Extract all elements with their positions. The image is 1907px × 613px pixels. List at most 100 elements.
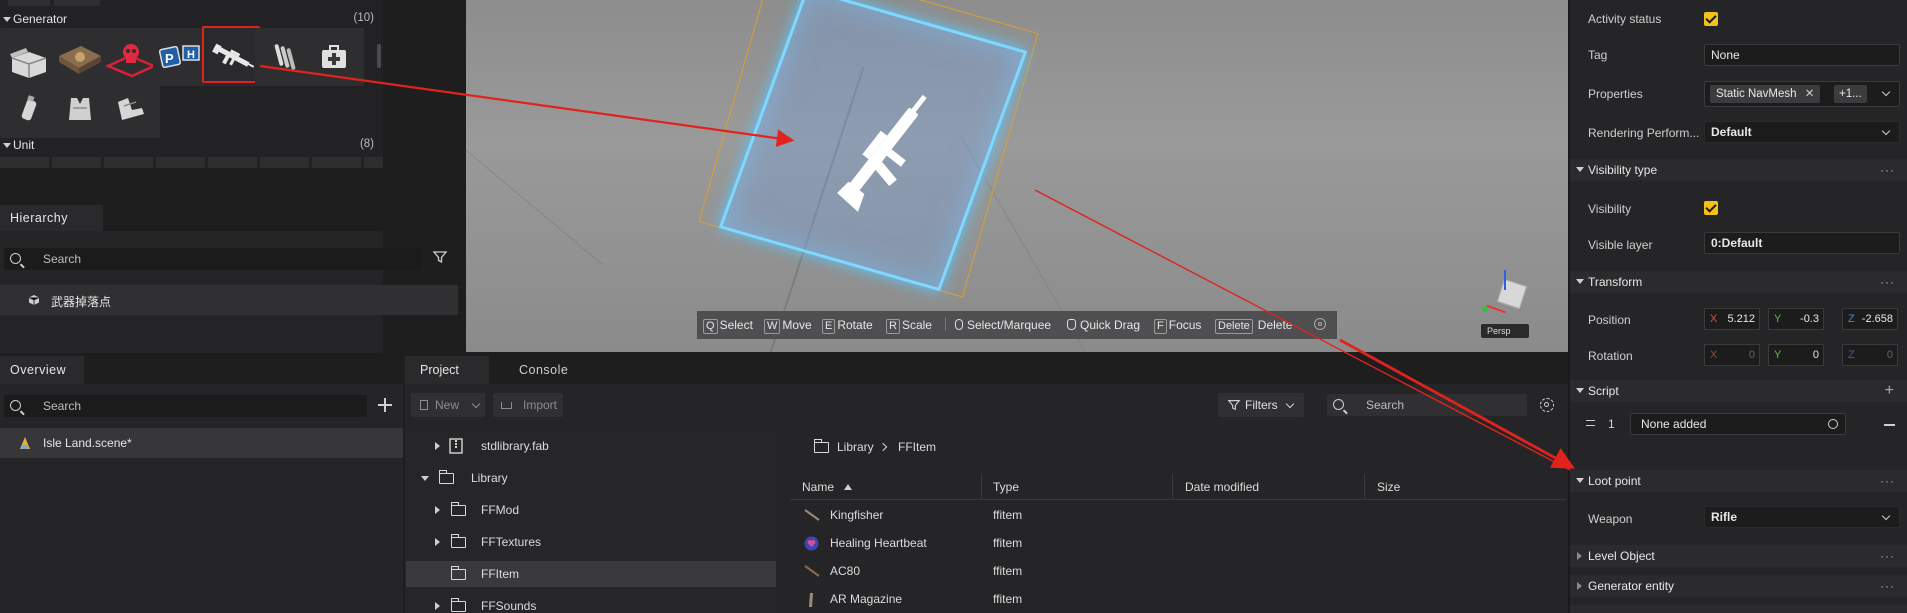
new-button[interactable]: New (411, 393, 485, 417)
tool-delete[interactable]: Delete Delete (1215, 316, 1292, 334)
transform-section[interactable]: Transform ··· (1570, 271, 1907, 293)
project-tab[interactable]: Project (405, 356, 489, 384)
asset-supply-box[interactable] (51, 28, 109, 86)
asset-vest[interactable] (51, 80, 109, 138)
activity-status-checkbox[interactable] (1704, 12, 1718, 26)
remove-script-button[interactable] (1884, 424, 1895, 426)
grenade-icon (21, 95, 37, 121)
toolbar-settings-button[interactable] (1314, 318, 1326, 330)
rendering-select[interactable]: Default (1704, 121, 1900, 143)
hierarchy-search-input[interactable]: Search (4, 248, 422, 270)
table-row[interactable]: Kingfisher ffitem (790, 501, 1566, 529)
more-icon[interactable]: ··· (1880, 159, 1895, 181)
visible-layer-field[interactable]: 0:Default (1704, 232, 1900, 254)
more-icon[interactable]: ··· (1880, 470, 1895, 492)
column-name[interactable]: Name (802, 474, 853, 500)
breadcrumb-item[interactable]: FFItem (898, 437, 936, 457)
asset-skull-trap[interactable] (102, 28, 160, 86)
overview-search-input[interactable]: Search (4, 395, 367, 417)
hierarchy-tab[interactable]: Hierarchy (0, 205, 103, 231)
position-y-field[interactable]: Y -0.3 (1768, 308, 1824, 330)
tool-rotate[interactable]: E Rotate (822, 316, 873, 334)
generator-entity-section[interactable]: Generator entity ··· (1570, 575, 1907, 597)
gizmo-y-axis (1504, 270, 1506, 290)
column-divider[interactable] (981, 474, 982, 500)
breadcrumb-item[interactable]: Library (837, 437, 874, 457)
tree-item-label: FFTextures (481, 535, 542, 549)
visibility-checkbox[interactable] (1704, 201, 1718, 215)
asset-crate[interactable] (0, 28, 58, 86)
scene-viewport[interactable]: Persp (466, 0, 1568, 352)
section-title: Generator entity (1588, 579, 1675, 593)
level-object-section[interactable]: Level Object ··· (1570, 545, 1907, 567)
asset-medkit[interactable] (306, 28, 364, 86)
tree-item-ffmod[interactable]: FFMod (406, 497, 776, 523)
loot-point-section[interactable]: Loot point ··· (1570, 470, 1907, 492)
asset-boots[interactable] (102, 80, 160, 138)
project-tab-label: Project (420, 363, 459, 377)
generator-category-header[interactable]: Generator (10) (0, 11, 383, 27)
column-date-modified[interactable]: Date modified (1185, 474, 1259, 500)
persp-toggle[interactable]: Persp (1481, 324, 1529, 338)
tree-item-library[interactable]: Library (406, 465, 776, 491)
close-icon[interactable]: ✕ (1805, 88, 1815, 100)
drag-handle-icon[interactable] (1586, 420, 1595, 426)
position-z-field[interactable]: Z -2.658 (1842, 308, 1898, 330)
more-icon[interactable]: ··· (1880, 575, 1895, 597)
asset-ammo[interactable] (255, 28, 313, 86)
tool-scale[interactable]: R Scale (886, 316, 932, 334)
script-row[interactable]: 1 None added (1570, 413, 1907, 437)
column-type[interactable]: Type (993, 474, 1019, 500)
visibility-type-section[interactable]: Visibility type ··· (1570, 159, 1907, 181)
rotation-y-field[interactable]: Y0 (1768, 344, 1824, 366)
overview-add-button[interactable] (378, 398, 392, 412)
column-divider[interactable] (1172, 474, 1173, 500)
more-icon[interactable]: ··· (1880, 545, 1895, 567)
table-row[interactable]: AC80 ffitem (790, 557, 1566, 585)
script-field[interactable]: None added (1630, 413, 1846, 435)
tool-quick-drag[interactable]: Quick Drag (1067, 316, 1140, 334)
console-tab[interactable]: Console (507, 356, 587, 384)
weapon-select[interactable]: Rifle (1704, 506, 1900, 528)
unit-category-header[interactable]: Unit (8) (0, 137, 383, 153)
hierarchy-filter-button[interactable] (432, 249, 448, 265)
palette-top-tab[interactable] (54, 0, 100, 6)
tool-label: Rotate (837, 318, 873, 332)
overview-scene-item[interactable]: Isle Land.scene* (0, 428, 403, 458)
tool-select[interactable]: Q Select (703, 316, 753, 334)
import-button[interactable]: Import (493, 393, 563, 417)
tree-item-fftextures[interactable]: FFTextures (406, 529, 776, 555)
tool-move[interactable]: W Move (764, 316, 812, 334)
hierarchy-item[interactable]: 武器掉落点 (0, 285, 458, 315)
project-settings-button[interactable] (1540, 398, 1554, 412)
target-icon[interactable] (1828, 419, 1838, 429)
add-script-button[interactable]: + (1885, 380, 1895, 402)
palette-top-tab[interactable] (8, 0, 50, 6)
tree-item-ffsounds[interactable]: FFSounds (406, 593, 776, 613)
ground-line (466, 135, 603, 266)
properties-more-chip[interactable]: +1... (1834, 85, 1867, 103)
asset-grenade[interactable] (0, 80, 58, 138)
project-search-input[interactable]: Search (1327, 394, 1527, 416)
properties-chip[interactable]: Static NavMesh ✕ (1710, 85, 1821, 103)
rotation-x-field[interactable]: X0 (1704, 344, 1760, 366)
tool-focus[interactable]: F Focus (1154, 316, 1201, 334)
tool-select-marquee[interactable]: Select/Marquee (955, 316, 1051, 334)
tree-item-stdlibrary[interactable]: stdlibrary.fab (406, 433, 776, 459)
overview-tab[interactable]: Overview (0, 356, 84, 384)
column-divider[interactable] (1364, 474, 1365, 500)
filters-button[interactable]: Filters (1218, 393, 1304, 417)
table-row[interactable]: AR Magazine ffitem (790, 585, 1566, 613)
column-size[interactable]: Size (1377, 474, 1400, 500)
tree-item-ffitem[interactable]: FFItem (406, 561, 776, 587)
position-x-field[interactable]: X 5.212 (1704, 308, 1760, 330)
tag-field[interactable]: None (1704, 44, 1900, 66)
rotation-z-field[interactable]: Z0 (1842, 344, 1898, 366)
script-section[interactable]: Script + (1570, 380, 1907, 402)
properties-multiselect[interactable]: Static NavMesh ✕ +1... (1704, 81, 1900, 107)
palette-scrollbar[interactable] (377, 44, 381, 68)
table-row[interactable]: Healing Heartbeat ffitem (790, 529, 1566, 557)
more-icon[interactable]: ··· (1880, 271, 1895, 293)
selection-highlight-box (202, 26, 260, 83)
expand-icon (1577, 552, 1582, 560)
